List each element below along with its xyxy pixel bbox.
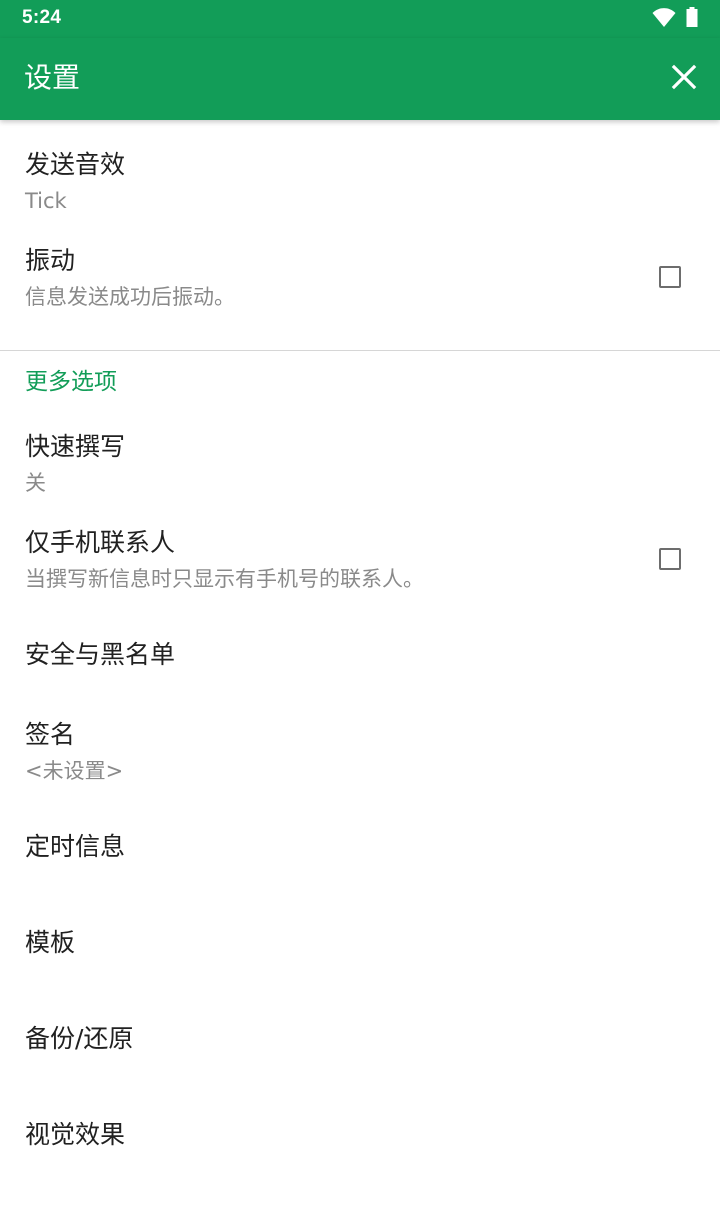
page-title: 设置 [24, 61, 81, 94]
setting-title: 快速撰写 [25, 432, 126, 461]
setting-quick-compose[interactable]: 快速撰写 关 [0, 412, 720, 508]
setting-signature[interactable]: 签名 <未设置> [0, 704, 720, 800]
app-bar: 设置 [0, 38, 720, 120]
setting-title: 签名 [25, 720, 76, 749]
setting-send-sound[interactable]: 发送音效 Tick [0, 120, 720, 230]
setting-vibrate[interactable]: 振动 信息发送成功后振动。 [0, 230, 720, 330]
section-header-more-options: 更多选项 [25, 369, 117, 395]
setting-title: 仅手机联系人 [25, 528, 176, 557]
setting-visual-effects[interactable]: 视觉效果 [0, 1088, 720, 1184]
status-bar: 5:24 [0, 0, 720, 38]
close-icon[interactable] [668, 61, 700, 93]
setting-title: 视觉效果 [25, 1120, 126, 1149]
setting-security-blacklist[interactable]: 安全与黑名单 [0, 604, 720, 704]
setting-summary: 信息发送成功后振动。 [25, 285, 235, 309]
setting-title: 定时信息 [25, 832, 126, 861]
setting-title: 发送音效 [25, 150, 126, 179]
mobile-only-checkbox[interactable] [659, 548, 681, 570]
setting-mobile-only-contacts[interactable]: 仅手机联系人 当撰写新信息时只显示有手机号的联系人。 [0, 508, 720, 604]
setting-summary: 关 [25, 471, 46, 495]
setting-scheduled-messages[interactable]: 定时信息 [0, 800, 720, 896]
setting-title: 备份/还原 [25, 1024, 134, 1053]
wifi-icon [652, 8, 676, 27]
setting-summary: Tick [25, 189, 67, 213]
setting-templates[interactable]: 模板 [0, 896, 720, 992]
setting-backup-restore[interactable]: 备份/还原 [0, 992, 720, 1088]
setting-title: 模板 [25, 928, 76, 957]
setting-summary: 当撰写新信息时只显示有手机号的联系人。 [25, 567, 424, 591]
battery-icon [686, 7, 698, 27]
section-divider [0, 350, 720, 351]
setting-title: 安全与黑名单 [25, 640, 176, 669]
vibrate-checkbox[interactable] [659, 266, 681, 288]
setting-summary: <未设置> [25, 759, 124, 783]
status-time: 5:24 [22, 7, 62, 28]
setting-title: 振动 [25, 246, 76, 275]
